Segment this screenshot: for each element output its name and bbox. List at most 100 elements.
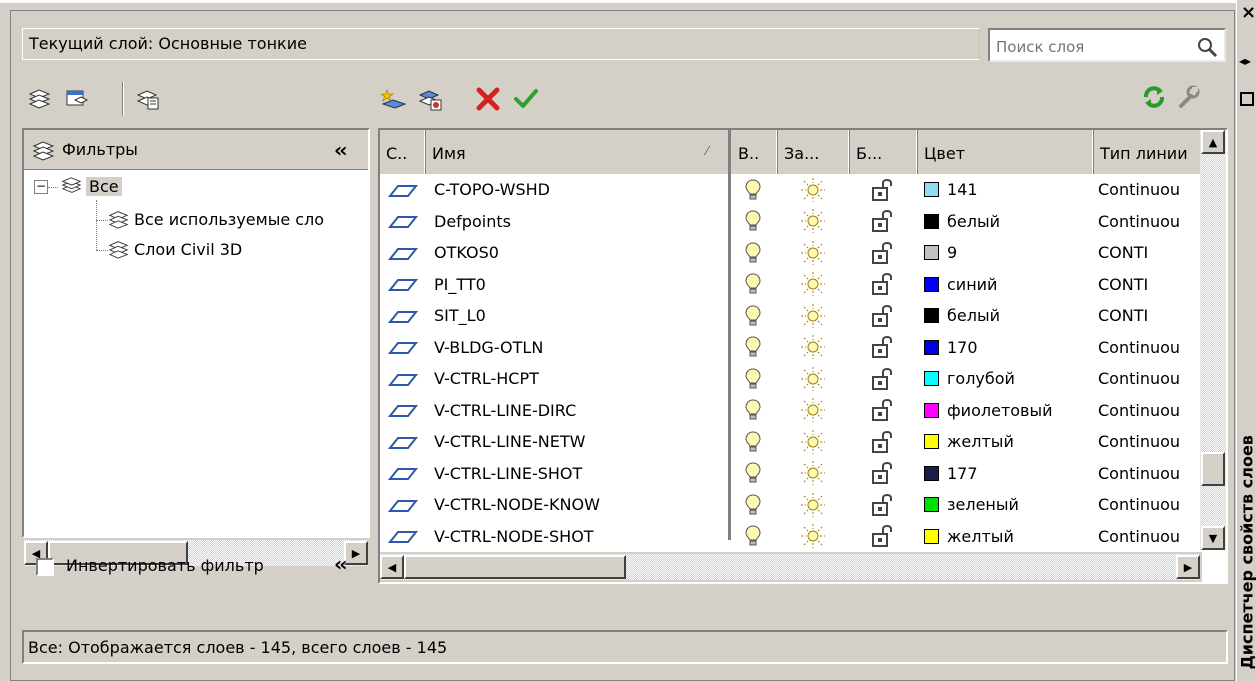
grid-vertical-scrollbar[interactable]: ▲ ▼ — [1200, 130, 1226, 550]
table-row[interactable]: V-CTRL-LINE-NETW желтый Continuou — [380, 426, 1202, 457]
lock-cell[interactable] — [870, 269, 900, 300]
lock-cell[interactable] — [870, 300, 900, 331]
lock-cell[interactable] — [870, 458, 900, 489]
table-row[interactable]: V-BLDG-OTLN 170 Continuou — [380, 332, 1202, 363]
col-on-header[interactable]: В.. — [732, 130, 778, 174]
color-cell[interactable]: белый — [924, 206, 1094, 237]
color-cell[interactable]: 9 — [924, 237, 1094, 268]
col-lock-header[interactable]: Б... — [850, 130, 918, 174]
layer-name[interactable]: V-CTRL-LINE-NETW — [434, 426, 724, 457]
search-box[interactable] — [988, 28, 1226, 62]
linetype-cell[interactable]: Continuou — [1098, 332, 1200, 363]
freeze-cell[interactable] — [800, 363, 836, 394]
status-cell[interactable] — [388, 426, 424, 457]
lock-cell[interactable] — [870, 237, 900, 268]
col-color-header[interactable]: Цвет — [918, 130, 1094, 174]
freeze-cell[interactable] — [800, 174, 836, 205]
color-cell[interactable]: зеленый — [924, 489, 1094, 520]
layer-name[interactable]: OTKOS0 — [434, 237, 724, 268]
color-cell[interactable]: желтый — [924, 426, 1094, 457]
table-row[interactable]: V-CTRL-LINE-SHOT 177 Continuou — [380, 458, 1202, 489]
status-cell[interactable] — [388, 521, 424, 552]
lock-cell[interactable] — [870, 174, 900, 205]
linetype-cell[interactable]: Continuou — [1098, 458, 1200, 489]
status-cell[interactable] — [388, 174, 424, 205]
col-linetype-header[interactable]: Тип линии — [1094, 130, 1202, 174]
linetype-cell[interactable]: Continuou — [1098, 174, 1200, 205]
color-cell[interactable]: 170 — [924, 332, 1094, 363]
color-cell[interactable]: белый — [924, 300, 1094, 331]
tree-node-all[interactable]: Все — [60, 175, 122, 197]
collapse-tree-icon[interactable]: ‹‹ — [334, 552, 348, 576]
color-cell[interactable]: 177 — [924, 458, 1094, 489]
linetype-cell[interactable]: Continuou — [1098, 426, 1200, 457]
status-cell[interactable] — [388, 332, 424, 363]
on-cell[interactable] — [744, 332, 772, 363]
layer-name[interactable]: PI_TT0 — [434, 269, 724, 300]
grid-horizontal-scrollbar[interactable]: ◀ ▶ — [380, 554, 1200, 580]
layer-name[interactable]: V-CTRL-LINE-SHOT — [434, 458, 724, 489]
delete-layer-button[interactable] — [472, 84, 504, 114]
color-cell[interactable]: синий — [924, 269, 1094, 300]
on-cell[interactable] — [744, 489, 772, 520]
layer-name[interactable]: V-CTRL-HCPT — [434, 363, 724, 394]
on-cell[interactable] — [744, 269, 772, 300]
scroll-up-button[interactable]: ▲ — [1201, 130, 1225, 154]
on-cell[interactable] — [744, 206, 772, 237]
on-cell[interactable] — [744, 521, 772, 552]
status-cell[interactable] — [388, 363, 424, 394]
table-row[interactable]: Defpoints белый Continuou — [380, 206, 1202, 237]
layer-name[interactable]: Defpoints — [434, 206, 724, 237]
color-cell[interactable]: фиолетовый — [924, 395, 1094, 426]
lock-cell[interactable] — [870, 426, 900, 457]
layer-name[interactable]: V-CTRL-LINE-DIRC — [434, 395, 724, 426]
status-cell[interactable] — [388, 206, 424, 237]
search-input[interactable] — [994, 34, 1188, 60]
layer-name[interactable]: V-CTRL-NODE-SHOT — [434, 521, 724, 552]
new-layer-vp-frozen-button[interactable] — [414, 84, 446, 114]
lock-cell[interactable] — [870, 332, 900, 363]
on-cell[interactable] — [744, 458, 772, 489]
on-cell[interactable] — [744, 300, 772, 331]
color-cell[interactable]: голубой — [924, 363, 1094, 394]
lock-cell[interactable] — [870, 395, 900, 426]
status-cell[interactable] — [388, 395, 424, 426]
freeze-cell[interactable] — [800, 489, 836, 520]
freeze-cell[interactable] — [800, 521, 836, 552]
tree-node-civil3d-layers[interactable]: Слои Civil 3D — [108, 238, 242, 260]
color-cell[interactable]: 141 — [924, 174, 1094, 205]
freeze-cell[interactable] — [800, 269, 836, 300]
auto-hide-icon[interactable]: ◂▸ — [1239, 54, 1251, 68]
collapse-filters-icon[interactable]: ‹‹ — [334, 138, 348, 162]
scroll-left-button[interactable]: ◀ — [380, 555, 404, 579]
scroll-thumb[interactable] — [1201, 452, 1225, 486]
lock-cell[interactable] — [870, 489, 900, 520]
status-cell[interactable] — [388, 269, 424, 300]
table-row[interactable]: V-CTRL-NODE-SHOT желтый Continuou — [380, 521, 1202, 552]
table-row[interactable]: V-CTRL-LINE-DIRC фиолетовый Continuou — [380, 395, 1202, 426]
linetype-cell[interactable]: CONTI — [1098, 237, 1200, 268]
lock-cell[interactable] — [870, 363, 900, 394]
freeze-cell[interactable] — [800, 300, 836, 331]
col-freeze-header[interactable]: За... — [778, 130, 850, 174]
layer-name[interactable]: V-BLDG-OTLN — [434, 332, 724, 363]
invert-filter-checkbox[interactable] — [36, 558, 54, 576]
scroll-thumb[interactable] — [404, 555, 626, 579]
lock-cell[interactable] — [870, 206, 900, 237]
lock-cell[interactable] — [870, 521, 900, 552]
scroll-right-button[interactable]: ▶ — [1176, 555, 1200, 579]
tree-node-used-layers[interactable]: Все используемые сло — [108, 208, 324, 230]
freeze-cell[interactable] — [800, 237, 836, 268]
new-property-filter-button[interactable] — [24, 84, 56, 114]
status-cell[interactable] — [388, 489, 424, 520]
close-icon[interactable]: × — [1241, 2, 1256, 23]
table-row[interactable]: V-CTRL-HCPT голубой Continuou — [380, 363, 1202, 394]
status-cell[interactable] — [388, 237, 424, 268]
layer-name[interactable]: C-TOPO-WSHD — [434, 174, 724, 205]
col-status-header[interactable]: С.. — [380, 130, 426, 174]
on-cell[interactable] — [744, 363, 772, 394]
new-layer-button[interactable] — [378, 84, 410, 114]
layer-states-manager-button[interactable] — [132, 84, 164, 114]
linetype-cell[interactable]: Continuou — [1098, 489, 1200, 520]
layer-name[interactable]: SIT_L0 — [434, 300, 724, 331]
